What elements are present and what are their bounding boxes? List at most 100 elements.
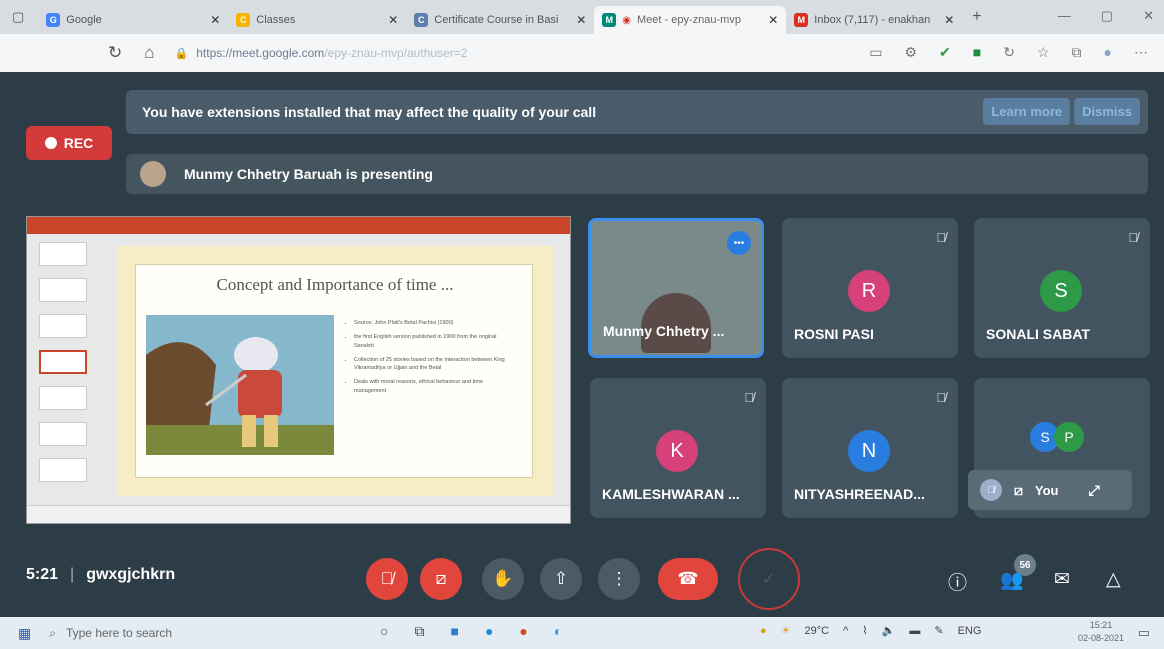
powerpoint-icon[interactable]: ● <box>519 623 527 640</box>
close-tab-icon[interactable]: ✕ <box>768 13 778 27</box>
weather-icon[interactable]: ☀ <box>781 624 791 637</box>
chat-icon[interactable]: ✉ <box>1054 568 1070 591</box>
new-tab-button[interactable]: + <box>972 8 981 26</box>
presenter-avatar <box>140 161 166 187</box>
browser-tab-bar: ▢ G Google ✕ C Classes ✕ C Certificate C… <box>0 0 1164 34</box>
windows-taskbar: ▦ ⌕ Type here to search ○ ⧉ ■ ● ● ◐ ● ☀ … <box>0 617 1164 649</box>
language-indicator[interactable]: ENG <box>958 625 982 637</box>
course-icon: C <box>414 13 429 27</box>
reload-extension-icon[interactable]: ↻ <box>1003 44 1015 61</box>
meeting-code: gwxgjchkrn <box>86 566 176 583</box>
checkmark-extension-icon[interactable]: ✔ <box>939 44 951 61</box>
camera-toggle-button[interactable]: ⧄ <box>420 558 462 600</box>
separator: | <box>70 566 75 583</box>
raise-hand-button[interactable]: ✋ <box>482 558 524 600</box>
avatar: R <box>848 270 890 312</box>
meeting-details-icon[interactable]: ⓘ <box>948 568 967 595</box>
battery-icon[interactable]: ▬ <box>909 625 920 637</box>
camera-permission-icon[interactable]: ▭ <box>869 44 882 61</box>
close-tab-icon[interactable]: ✕ <box>576 13 586 27</box>
minimize-button[interactable]: — <box>1058 8 1071 24</box>
close-tab-icon[interactable]: ✕ <box>388 13 398 27</box>
browser-app-icon[interactable]: ◐ <box>554 623 562 640</box>
search-placeholder: Type here to search <box>65 626 173 640</box>
participant-tile[interactable]: 🎙̸ N NITYASHREENAD... <box>782 378 958 518</box>
avatar: S <box>1040 270 1082 312</box>
self-view-bar[interactable]: 🎙̸ ⧄ You ⤢ <box>968 470 1132 510</box>
participant-tile-presenter[interactable]: ••• Munmy Chhetry ... <box>588 218 764 358</box>
presentation-screen: Concept and Importance of time ... • Sou… <box>26 216 571 524</box>
task-view-icon[interactable]: ⧉ <box>414 623 424 640</box>
network-icon[interactable]: ⌇ <box>862 624 867 637</box>
you-label: You <box>1034 482 1059 498</box>
notification-center-icon[interactable]: ▭ <box>1138 625 1150 641</box>
present-screen-button[interactable]: ⇧ <box>540 558 582 600</box>
tab-meet[interactable]: M ◉ Meet - epy-znau-mvp ✕ <box>594 6 787 34</box>
volume-icon[interactable]: 🔈 <box>882 624 896 637</box>
sheets-extension-icon[interactable]: ■ <box>973 44 981 61</box>
rec-label: REC <box>63 135 94 151</box>
avatar: N <box>848 430 890 472</box>
slide-title: Concept and Importance of time ... <box>216 275 454 294</box>
tab-google[interactable]: G Google ✕ <box>38 6 228 34</box>
participant-name: KAMLESHWARAN ... <box>602 486 740 502</box>
edge-icon[interactable]: ● <box>485 623 493 640</box>
close-tab-icon[interactable]: ✕ <box>944 13 954 27</box>
url-field[interactable]: 🔒 https://meet.google.com /epy-znau-mvp/… <box>175 46 468 60</box>
notification-app-icon[interactable]: ● <box>760 625 767 637</box>
people-icon[interactable]: 👥 <box>1000 568 1024 592</box>
collections-icon[interactable]: ⧉ <box>1072 44 1082 61</box>
meet-icon: M <box>602 13 617 27</box>
mic-toggle-button[interactable]: 🎙̸ <box>366 558 408 600</box>
pen-icon[interactable]: ✎ <box>934 624 943 637</box>
cortana-icon[interactable]: ○ <box>380 623 388 640</box>
profile-icon[interactable]: ● <box>1104 44 1112 61</box>
participant-tile[interactable]: 🎙̸ K KAMLESHWARAN ... <box>590 378 766 518</box>
avatar: P <box>1054 422 1084 452</box>
tab-classes[interactable]: C Classes ✕ <box>228 6 406 34</box>
classes-icon: C <box>236 13 251 27</box>
windows-start-icon[interactable]: ▦ <box>18 625 31 642</box>
system-clock[interactable]: 15:21 02-08-2021 <box>1078 619 1124 644</box>
tab-inbox[interactable]: M Inbox (7,117) - enakhan ✕ <box>786 6 962 34</box>
url-path: /epy-znau-mvp/authuser=2 <box>324 46 468 60</box>
activities-icon[interactable]: △ <box>1106 568 1121 591</box>
tab-label: Inbox (7,117) - enakhan <box>814 14 931 26</box>
slide-thumbnails <box>31 238 89 500</box>
refresh-icon[interactable]: ↻ <box>108 43 122 63</box>
gmail-icon: M <box>794 13 809 27</box>
leave-call-button[interactable]: ☎ <box>658 558 718 600</box>
speaking-indicator-icon: ••• <box>727 231 751 255</box>
home-icon[interactable]: ⌂ <box>144 43 154 63</box>
expand-icon[interactable]: ⤢ <box>1089 482 1100 499</box>
maximize-button[interactable]: ▢ <box>1101 8 1113 24</box>
record-dot-icon <box>44 137 57 149</box>
more-options-button[interactable]: ⋮ <box>598 558 640 600</box>
ppt-workspace: Concept and Importance of time ... • Sou… <box>27 234 570 506</box>
extension-icon[interactable]: ⚙ <box>904 44 917 61</box>
taskbar-search[interactable]: ⌕ Type here to search <box>49 626 349 641</box>
dismiss-button[interactable]: Dismiss <box>1074 98 1140 125</box>
call-controls: 5:21 | gwxgjchkrn 🎙̸ ⧄ ✋ ⇧ ⋮ ☎ ✓ ⓘ 56 👥 … <box>0 542 1164 617</box>
participant-tile[interactable]: 🎙̸ R ROSNI PASI <box>782 218 958 358</box>
show-hidden-icons[interactable]: ^ <box>843 625 848 637</box>
slide-thumbnail <box>39 458 87 482</box>
meeting-info: 5:21 | gwxgjchkrn <box>26 566 175 584</box>
tab-label: Classes <box>256 14 296 26</box>
participant-tile[interactable]: 🎙̸ S SONALI SABAT <box>974 218 1150 358</box>
close-tab-icon[interactable]: ✕ <box>210 13 220 27</box>
participant-name: NITYASHREENAD... <box>794 486 925 502</box>
calendar-app-icon[interactable]: ■ <box>450 623 458 640</box>
tab-actions-icon[interactable]: ▢ <box>12 9 24 25</box>
tab-certificate-course[interactable]: C Certificate Course in Basi ✕ <box>406 6 594 34</box>
more-menu-icon[interactable]: ⋯ <box>1134 44 1148 61</box>
close-window-button[interactable]: ✕ <box>1143 8 1154 24</box>
learn-more-button[interactable]: Learn more <box>983 98 1071 125</box>
meet-stage: You have extensions installed that may a… <box>0 72 1164 617</box>
checkmark-button[interactable]: ✓ <box>738 548 800 610</box>
presenting-text: Munmy Chhetry Baruah is presenting <box>184 166 433 182</box>
favorites-icon[interactable]: ☆ <box>1037 44 1050 61</box>
tab-label: Meet - epy-znau-mvp <box>637 14 741 26</box>
system-tray: ● ☀ 29°C ^ ⌇ 🔈 ▬ ✎ ENG <box>760 624 982 638</box>
slide-bullet: Source: John Platt's Betal Pachisi (1900… <box>354 319 514 327</box>
